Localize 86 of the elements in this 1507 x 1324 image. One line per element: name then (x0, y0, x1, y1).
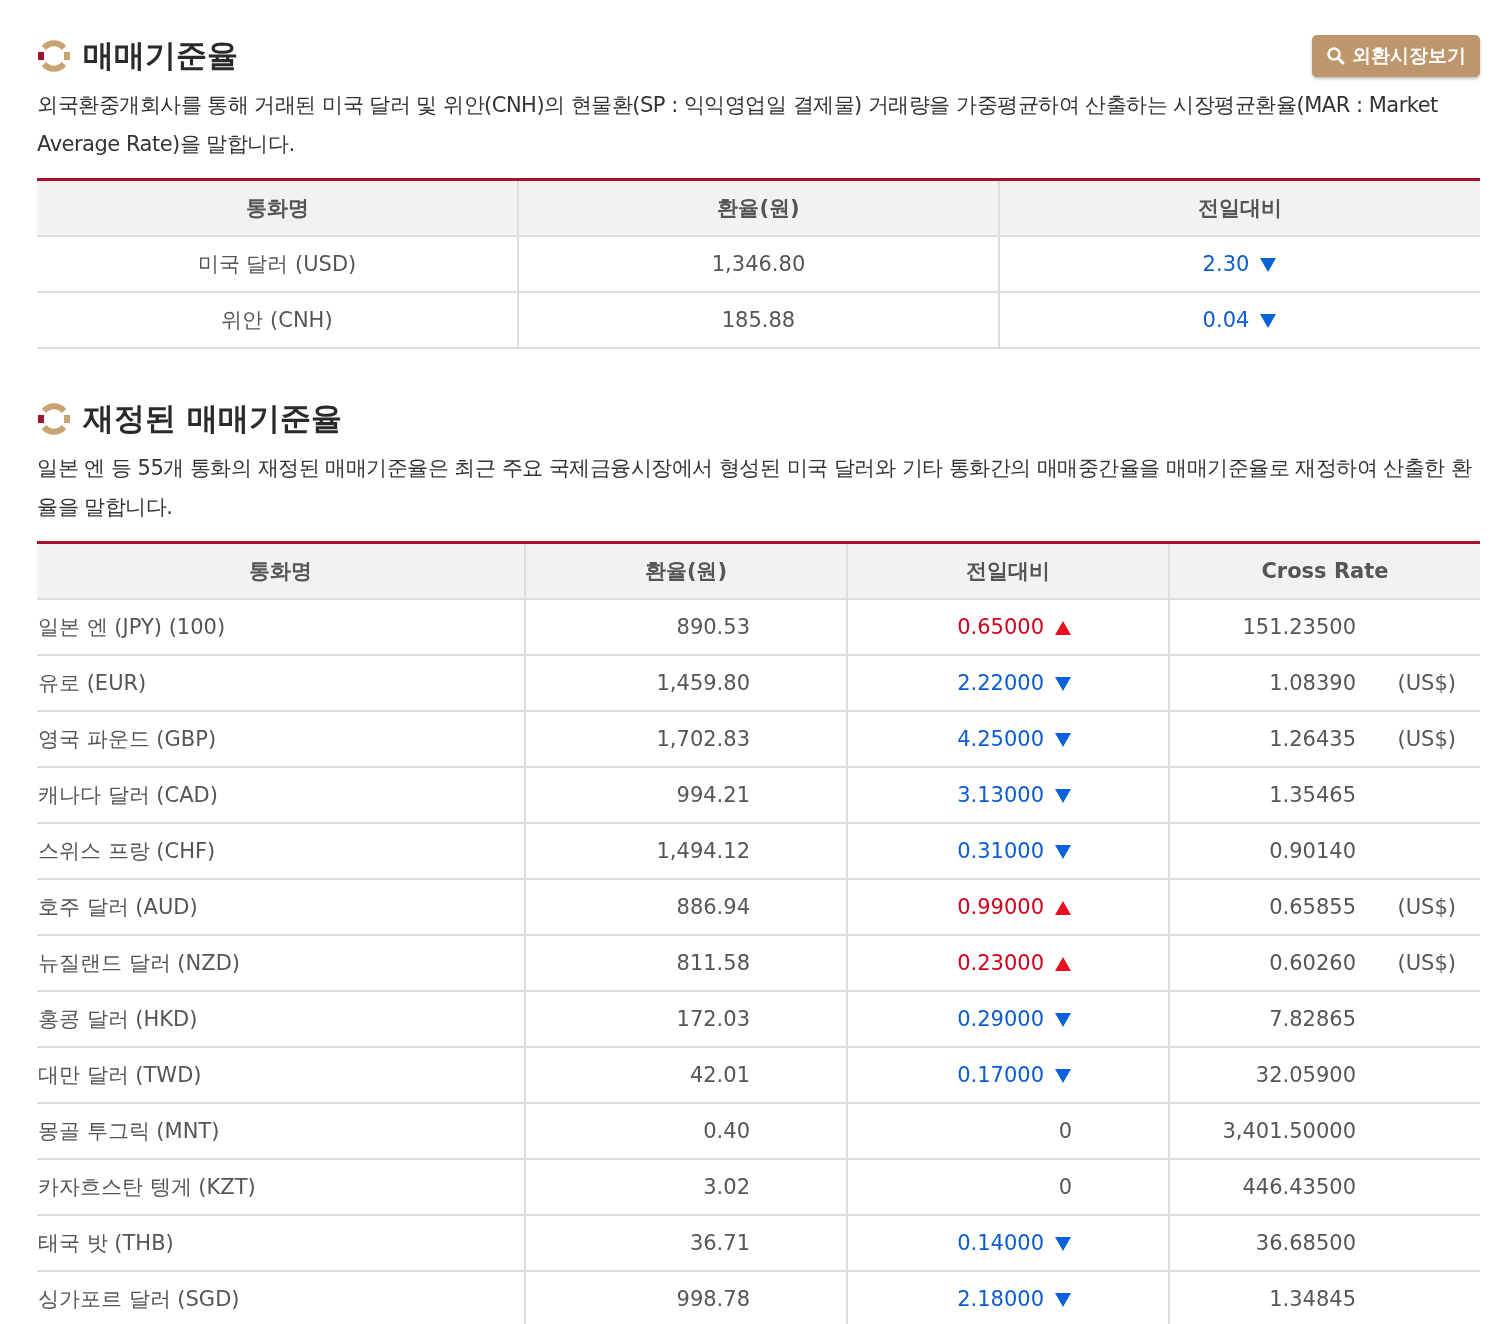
change-cell: 2.18000 (847, 1271, 1169, 1324)
currency-name-cell: 위안 (CNH) (37, 292, 518, 348)
change-cell: 4.25000 (847, 711, 1169, 767)
rate-cell: 1,459.80 (525, 655, 847, 711)
cross-rate-cell: 7.82865 (1169, 991, 1480, 1047)
down-triangle-icon (1054, 732, 1072, 748)
rate-cell: 3.02 (525, 1159, 847, 1215)
change-cell: 0 (847, 1159, 1169, 1215)
down-triangle-icon (1259, 313, 1278, 329)
rate-cell: 36.71 (525, 1215, 847, 1271)
change-cell: 0.99000 (847, 879, 1169, 935)
column-header: 통화명 (37, 542, 525, 599)
cross-rate-cell: 0.65855 (US$) (1169, 879, 1480, 935)
down-triangle-icon (1054, 844, 1072, 860)
cross-rate-cell: 1.35465 (1169, 767, 1480, 823)
currency-name-cell: 캐나다 달러 (CAD) (37, 767, 525, 823)
cross-rate-cell: 1.34845 (1169, 1271, 1480, 1324)
up-triangle-icon (1054, 900, 1072, 916)
up-triangle-icon (1054, 956, 1072, 972)
section-description: 외국환중개회사를 통해 거래된 미국 달러 및 위안(CNH)의 현물환(SP : 익익영업일 결제물) 거래량을 가중평균하여 산출하는 시장평균환율(MAR : Market Average Rate)을 말합니다. (37, 92, 1439, 158)
rate-cell: 42.01 (525, 1047, 847, 1103)
change-cell: 0.14000 (847, 1215, 1169, 1271)
rate-cell: 185.88 (518, 292, 999, 348)
up-triangle-icon (1054, 620, 1072, 636)
column-header: 환율(원) (525, 542, 847, 599)
cross-rate-cell: 1.26435 (US$) (1169, 711, 1480, 767)
cross-rate-cell: 3,401.50000 (1169, 1103, 1480, 1159)
down-triangle-icon (1054, 788, 1072, 804)
currency-name-cell: 뉴질랜드 달러 (NZD) (37, 935, 525, 991)
change-cell: 0.65000 (847, 599, 1169, 655)
rate-cell: 886.94 (525, 879, 847, 935)
section-title: 재정된 매매기준율 (83, 399, 343, 438)
currency-name-cell: 유로 (EUR) (37, 655, 525, 711)
cross-rate-cell: 0.60260 (US$) (1169, 935, 1480, 991)
column-header: 환율(원) (518, 179, 999, 236)
section-description: 일본 엔 등 55개 통화의 재정된 매매기준율은 최근 주요 국제금융시장에서 형성된 미국 달러와 기타 통화간의 매매중간율을 매매기준율로 재정하여 산출한 환율을 말합니다. (37, 455, 1473, 521)
currency-name-cell: 미국 달러 (USD) (37, 236, 518, 292)
rate-cell: 998.78 (525, 1271, 847, 1324)
rate-cell: 172.03 (525, 991, 847, 1047)
currency-name-cell: 몽골 투그릭 (MNT) (37, 1103, 525, 1159)
change-cell: 0.17000 (847, 1047, 1169, 1103)
currency-name-cell: 싱가포르 달러 (SGD) (37, 1271, 525, 1324)
down-triangle-icon (1054, 1292, 1072, 1308)
currency-name-cell: 스위스 프랑 (CHF) (37, 823, 525, 879)
cross-rate-cell: 32.05900 (1169, 1047, 1480, 1103)
cross-rate-cell: 446.43500 (1169, 1159, 1480, 1215)
cross-rate-cell: 1.08390 (US$) (1169, 655, 1480, 711)
down-triangle-icon (1054, 1236, 1072, 1252)
down-triangle-icon (1054, 676, 1072, 692)
currency-name-cell: 카자흐스탄 텡게 (KZT) (37, 1159, 525, 1215)
fx-market-button[interactable]: 외환시장보기 (1312, 35, 1480, 77)
currency-name-cell: 태국 밧 (THB) (37, 1215, 525, 1271)
change-cell: 0.04 (999, 292, 1480, 348)
down-triangle-icon (1054, 1012, 1072, 1028)
change-cell: 0 (847, 1103, 1169, 1159)
change-cell: 0.29000 (847, 991, 1169, 1047)
column-header: Cross Rate (1169, 542, 1480, 599)
down-triangle-icon (1259, 257, 1278, 273)
rate-cell: 1,494.12 (525, 823, 847, 879)
currency-name-cell: 홍콩 달러 (HKD) (37, 991, 525, 1047)
change-cell: 2.22000 (847, 655, 1169, 711)
rate-cell: 1,702.83 (525, 711, 847, 767)
rate-cell: 811.58 (525, 935, 847, 991)
ring-icon (37, 39, 71, 73)
change-cell: 3.13000 (847, 767, 1169, 823)
cross-rate-cell: 36.68500 (1169, 1215, 1480, 1271)
currency-name-cell: 대만 달러 (TWD) (37, 1047, 525, 1103)
rate-cell: 994.21 (525, 767, 847, 823)
currency-name-cell: 일본 엔 (JPY) (100) (37, 599, 525, 655)
section-title: 매매기준율 (83, 36, 239, 75)
column-header: 통화명 (37, 179, 518, 236)
currency-name-cell: 호주 달러 (AUD) (37, 879, 525, 935)
change-cell: 2.30 (999, 236, 1480, 292)
cross-rate-cell: 151.23500 (1169, 599, 1480, 655)
change-cell: 0.31000 (847, 823, 1169, 879)
rate-cell: 0.40 (525, 1103, 847, 1159)
column-header: 전일대비 (999, 179, 1480, 236)
rate-cell: 1,346.80 (518, 236, 999, 292)
rate-cell: 890.53 (525, 599, 847, 655)
cross-rate-cell: 0.90140 (1169, 823, 1480, 879)
currency-name-cell: 영국 파운드 (GBP) (37, 711, 525, 767)
ring-icon (37, 402, 71, 436)
search-icon (1326, 46, 1346, 66)
change-cell: 0.23000 (847, 935, 1169, 991)
down-triangle-icon (1054, 1068, 1072, 1084)
column-header: 전일대비 (847, 542, 1169, 599)
